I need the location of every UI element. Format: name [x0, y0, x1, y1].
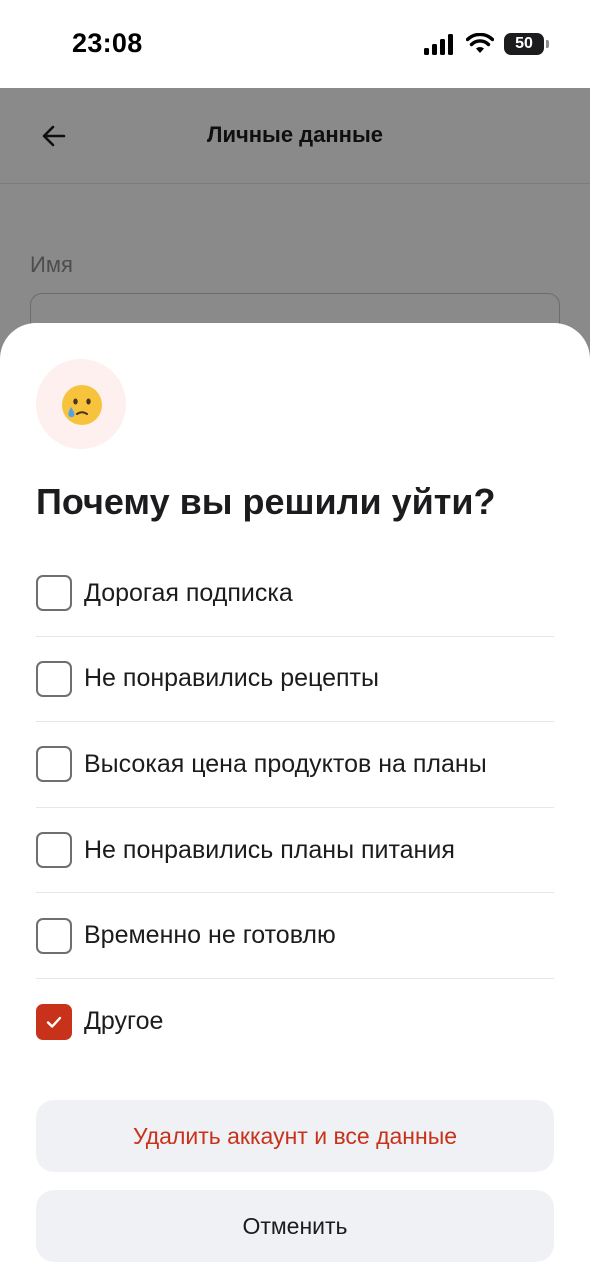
battery-icon: 50 — [504, 33, 549, 55]
delete-account-button[interactable]: Удалить аккаунт и все данные — [36, 1100, 554, 1172]
checkmark-icon — [46, 1016, 62, 1028]
reason-option[interactable]: Не понравились рецепты — [36, 637, 554, 723]
checkbox[interactable] — [36, 575, 72, 612]
reason-option[interactable]: Дорогая подписка — [36, 551, 554, 637]
wifi-icon — [466, 33, 494, 53]
checkbox[interactable] — [36, 746, 72, 783]
sad-emoji-badge — [36, 359, 126, 449]
checkbox[interactable] — [36, 917, 72, 954]
reason-option[interactable]: Не понравились планы питания — [36, 808, 554, 894]
status-time: 23:08 — [72, 28, 143, 58]
reason-option[interactable]: Высокая цена продуктов на планы — [36, 722, 554, 808]
battery-cap — [546, 40, 549, 48]
battery-level: 50 — [515, 35, 533, 52]
status-bar: 23:08 50 — [0, 0, 590, 88]
checkbox-checked[interactable] — [36, 1003, 72, 1040]
reason-option[interactable]: Временно не готовлю — [36, 893, 554, 979]
reason-options: Дорогая подписка Не понравились рецепты … — [36, 551, 554, 1065]
checkbox[interactable] — [36, 832, 72, 869]
reason-option[interactable]: Другое — [36, 979, 554, 1065]
cellular-signal-icon — [424, 34, 453, 55]
checkbox[interactable] — [36, 660, 72, 697]
reason-option-label: Дорогая подписка — [84, 578, 293, 607]
reason-option-label: Временно не готовлю — [84, 921, 336, 950]
status-icons: 50 — [424, 30, 549, 58]
reason-option-label: Не понравились рецепты — [84, 664, 379, 693]
sheet-title: Почему вы решили уйти? — [36, 481, 496, 522]
reason-option-label: Не понравились планы питания — [84, 835, 455, 864]
screen: 23:08 50 Личные данные Имя Почему вы реш… — [0, 0, 590, 1280]
cancel-button[interactable]: Отменить — [36, 1190, 554, 1262]
reason-option-label: Другое — [84, 1007, 164, 1036]
leave-reason-sheet: Почему вы решили уйти? Дорогая подписка … — [0, 323, 590, 1280]
reason-option-label: Высокая цена продуктов на планы — [84, 749, 487, 778]
crying-face-icon — [62, 385, 102, 425]
